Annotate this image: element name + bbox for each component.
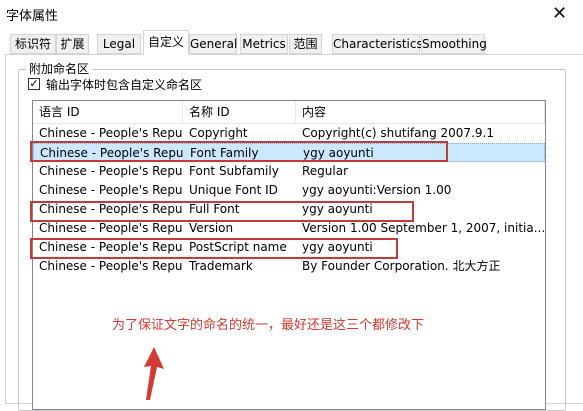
arrow-up-icon [144,347,164,400]
row-content-cell: ygy aoyunti [302,202,373,216]
row-name-cell: PostScript name [189,240,287,254]
list-row-version[interactable]: Chinese - People's Repu... Version Versi… [33,219,545,238]
row-name-cell: Trademark [189,259,253,273]
row-language-cell: Chinese - People's Repu... [39,221,183,235]
row-language-cell: Chinese - People's Repu... [39,126,183,140]
annotation-text: 为了保证文字的命名的统一，最好还是这三个都修改下 [112,318,425,333]
include-custom-names-label[interactable]: 输出字体时包含自定义命名区 [46,76,202,93]
list-header: 语言 ID 名称 ID 内容 [33,101,545,124]
row-content-cell: By Founder Corporation. 北大方正 [302,259,501,273]
column-header-content[interactable]: 内容 [296,101,545,123]
row-content-cell: ygy aoyunti [302,240,373,254]
list-row-unique-font-id[interactable]: Chinese - People's Repu... Unique Font I… [33,181,545,200]
row-name-cell: Font Family [190,146,259,160]
tab-characteristics[interactable]: Characteristics [332,34,423,54]
row-language-cell: Chinese - People's Repu... [40,146,184,160]
row-name-cell: Copyright [189,126,248,140]
list-row-trademark[interactable]: Chinese - People's Repu... Trademark By … [33,257,545,276]
tab-custom[interactable]: 自定义 [143,30,189,55]
close-icon[interactable]: ✕ [536,0,583,28]
list-row-copyright[interactable]: Chinese - People's Repu... Copyright Cop… [33,124,545,143]
row-name-cell: Unique Font ID [189,183,278,197]
tab-legal[interactable]: Legal [97,34,141,54]
tab-metrics[interactable]: Metrics [240,34,288,54]
list-row-full-font[interactable]: Chinese - People's Repu... Full Font ygy… [33,200,545,219]
tab-smoothing[interactable]: Smoothing [421,34,487,54]
list-row-postscript-name[interactable]: Chinese - People's Repu... PostScript na… [33,238,545,257]
group-legend: 附加命名区 [26,60,93,77]
row-content-cell: Regular [302,164,349,178]
row-language-cell: Chinese - People's Repu... [39,259,183,273]
list-row-font-family[interactable]: Chinese - People's Repu... Font Family y… [33,143,545,162]
title-bar: 字体属性 ✕ [0,0,583,28]
row-name-cell: Version [189,221,234,235]
tab-identifier[interactable]: 标识符 [10,34,56,54]
row-content-cell: Copyright(c) shutifang 2007.9.1 [302,126,494,140]
tab-strip: 标识符 扩展 Legal 自定义 General Metrics 范围 Char… [0,28,583,56]
row-name-cell: Font Subfamily [189,164,279,178]
tab-range[interactable]: 范围 [289,34,322,54]
row-content-cell: Version 1.00 September 1, 2007, initia..… [302,221,545,235]
row-language-cell: Chinese - People's Repu... [39,164,183,178]
row-content-cell: ygy aoyunti [303,146,374,160]
row-name-cell: Full Font [189,202,240,216]
list-row-font-subfamily[interactable]: Chinese - People's Repu... Font Subfamil… [33,162,545,181]
column-header-name-id[interactable]: 名称 ID [183,101,296,123]
tab-extension[interactable]: 扩展 [56,34,89,54]
include-custom-names-checkbox[interactable]: ✓ [28,78,40,90]
row-language-cell: Chinese - People's Repu... [39,240,183,254]
window-title: 字体属性 [6,9,59,24]
tab-general[interactable]: General [189,34,237,54]
row-language-cell: Chinese - People's Repu... [39,183,183,197]
row-content-cell: ygy aoyunti:Version 1.00 [302,183,452,197]
name-records-list[interactable]: 语言 ID 名称 ID 内容 Chinese - People's Repu..… [32,100,546,410]
row-language-cell: Chinese - People's Repu... [39,202,183,216]
column-header-language-id[interactable]: 语言 ID [33,101,183,123]
